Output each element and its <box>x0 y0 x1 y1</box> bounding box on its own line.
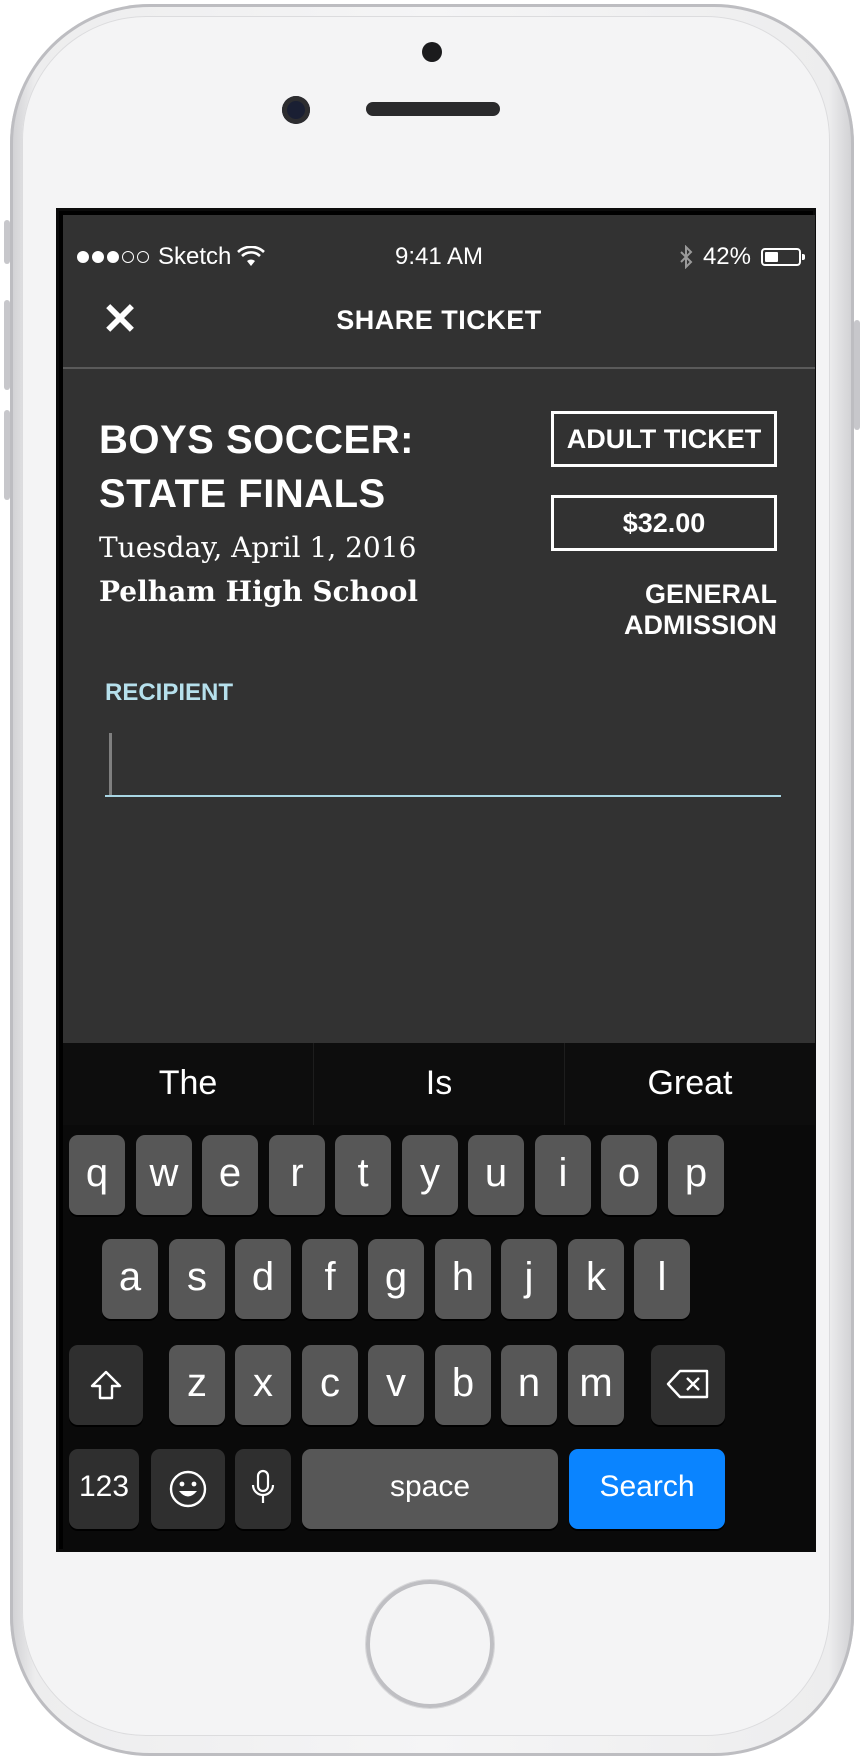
key-a[interactable]: a <box>102 1239 158 1319</box>
recipient-input[interactable] <box>105 725 781 797</box>
status-right: 42% <box>679 243 805 271</box>
key-f[interactable]: f <box>302 1239 358 1319</box>
key-g[interactable]: g <box>368 1239 424 1319</box>
battery-percentage: 42% <box>702 243 751 270</box>
backspace-icon <box>666 1369 709 1399</box>
admission-type: GENERAL ADMISSION <box>623 579 777 640</box>
microphone-icon <box>251 1469 275 1503</box>
event-venue: Pelham High School <box>99 575 419 608</box>
power-button <box>854 320 860 430</box>
event-title: BOYS SOCCER: STATE FINALS <box>99 418 414 516</box>
emoji-key[interactable] <box>151 1449 225 1529</box>
emoji-icon <box>169 1470 207 1508</box>
battery-icon <box>761 248 805 266</box>
key-b[interactable]: b <box>435 1345 491 1425</box>
key-n[interactable]: n <box>501 1345 557 1425</box>
key-l[interactable]: l <box>634 1239 690 1319</box>
key-t[interactable]: t <box>335 1135 391 1215</box>
key-u[interactable]: u <box>468 1135 524 1215</box>
search-key[interactable]: Search <box>569 1449 725 1529</box>
key-p[interactable]: p <box>668 1135 724 1215</box>
prediction-item[interactable]: Great <box>565 1043 815 1125</box>
shift-key[interactable] <box>69 1345 143 1425</box>
predictive-bar: The Is Great <box>63 1043 815 1125</box>
nav-bar: ✕ SHARE TICKET <box>63 275 815 369</box>
key-m[interactable]: m <box>568 1345 624 1425</box>
shift-icon <box>90 1370 122 1400</box>
key-o[interactable]: o <box>601 1135 657 1215</box>
key-v[interactable]: v <box>368 1345 424 1425</box>
key-w[interactable]: w <box>136 1135 192 1215</box>
ticket-type-badge: ADULT TICKET <box>551 411 777 467</box>
keyboard: The Is Great q w e r t y u i o p a s d f… <box>63 1043 815 1551</box>
screen: Sketch 9:41 AM 42% ✕ SHARE TICKET BOYS S… <box>56 208 816 1552</box>
key-j[interactable]: j <box>501 1239 557 1319</box>
key-e[interactable]: e <box>202 1135 258 1215</box>
home-button[interactable] <box>366 1580 494 1708</box>
recipient-label: RECIPIENT <box>105 679 234 706</box>
prediction-item[interactable]: Is <box>314 1043 565 1125</box>
key-x[interactable]: x <box>235 1345 291 1425</box>
numbers-key[interactable]: 123 <box>69 1449 139 1529</box>
front-camera <box>422 42 442 62</box>
space-key[interactable]: space <box>302 1449 558 1529</box>
key-h[interactable]: h <box>435 1239 491 1319</box>
earpiece-speaker <box>366 102 500 116</box>
key-k[interactable]: k <box>568 1239 624 1319</box>
key-q[interactable]: q <box>69 1135 125 1215</box>
page-title: SHARE TICKET <box>336 305 542 335</box>
key-z[interactable]: z <box>169 1345 225 1425</box>
key-y[interactable]: y <box>402 1135 458 1215</box>
dictation-key[interactable] <box>235 1449 291 1529</box>
ticket-price-badge: $32.00 <box>551 495 777 551</box>
key-c[interactable]: c <box>302 1345 358 1425</box>
key-s[interactable]: s <box>169 1239 225 1319</box>
camera-sensor <box>282 96 310 124</box>
prediction-item[interactable]: The <box>63 1043 314 1125</box>
key-d[interactable]: d <box>235 1239 291 1319</box>
key-r[interactable]: r <box>269 1135 325 1215</box>
delete-key[interactable] <box>651 1345 725 1425</box>
key-i[interactable]: i <box>535 1135 591 1215</box>
share-ticket-screen: Sketch 9:41 AM 42% ✕ SHARE TICKET BOYS S… <box>63 215 815 1043</box>
event-date: Tuesday, April 1, 2016 <box>99 531 417 564</box>
text-cursor <box>109 733 112 795</box>
status-bar: Sketch 9:41 AM 42% <box>63 241 815 275</box>
phone-frame: Sketch 9:41 AM 42% ✕ SHARE TICKET BOYS S… <box>4 0 860 1762</box>
bluetooth-icon <box>680 245 693 269</box>
